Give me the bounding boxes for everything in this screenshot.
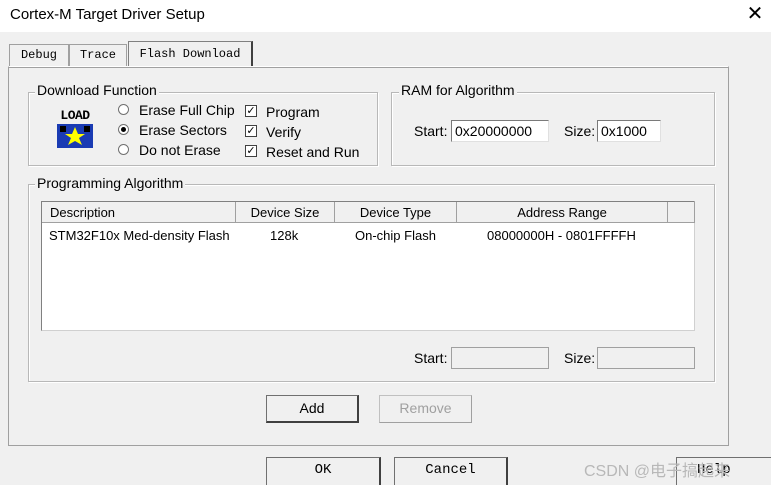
tab-debug[interactable]: Debug — [9, 44, 69, 66]
table-cell-device-type: On-chip Flash — [355, 228, 436, 243]
radio-erase-sectors-label: Erase Sectors — [139, 122, 227, 138]
ram-start-input[interactable]: 0x20000000 — [451, 120, 549, 142]
column-header-description[interactable]: Description — [42, 202, 236, 223]
table-cell-device-size: 128k — [270, 228, 299, 243]
algorithm-list[interactable]: Description Device Size Device Type Addr… — [41, 201, 695, 331]
window-title: Cortex-M Target Driver Setup — [10, 6, 205, 23]
load-icon: LOAD — [55, 108, 95, 150]
column-header-empty — [668, 202, 695, 223]
checkbox-verify-label: Verify — [266, 124, 302, 140]
ok-button[interactable]: OK — [266, 457, 381, 485]
download-function-legend: Download Function — [35, 82, 159, 98]
ram-for-algorithm-legend: RAM for Algorithm — [399, 82, 517, 98]
checkbox-program[interactable]: ✓ — [245, 105, 257, 117]
cancel-button[interactable]: Cancel — [394, 457, 508, 485]
tab-trace[interactable]: Trace — [69, 44, 127, 66]
column-header-device-type[interactable]: Device Type — [335, 202, 457, 223]
load-icon-label: LOAD — [60, 108, 90, 123]
watermark: CSDN @电子搞起来 — [584, 463, 731, 480]
tab-flash-download[interactable]: Flash Download — [128, 41, 253, 66]
load-arrow-icon — [57, 124, 93, 148]
close-icon[interactable]: ✕ — [745, 4, 765, 24]
checkbox-program-label: Program — [266, 104, 320, 120]
table-cell-description: STM32F10x Med-density Flash — [49, 228, 230, 243]
algo-start-label: Start: — [414, 350, 448, 366]
column-header-address-range[interactable]: Address Range — [457, 202, 668, 223]
algo-size-input[interactable] — [597, 347, 695, 369]
checkbox-reset-and-run[interactable]: ✓ — [245, 145, 257, 157]
algo-size-label: Size: — [564, 350, 596, 366]
column-header-device-size[interactable]: Device Size — [236, 202, 335, 223]
ram-size-label: Size: — [564, 123, 596, 139]
programming-algorithm-legend: Programming Algorithm — [35, 175, 186, 191]
checkbox-reset-and-run-label: Reset and Run — [266, 144, 360, 160]
ram-size-input[interactable]: 0x1000 — [597, 120, 661, 142]
radio-erase-sectors[interactable] — [118, 124, 129, 135]
table-cell-address-range: 08000000H - 0801FFFFH — [487, 228, 636, 243]
checkbox-verify[interactable]: ✓ — [245, 125, 257, 137]
remove-button: Remove — [379, 395, 472, 423]
radio-do-not-erase-label: Do not Erase — [139, 142, 221, 158]
ram-start-label: Start: — [414, 123, 448, 139]
table-row[interactable]: STM32F10x Med-density Flash 128k On-chip… — [42, 226, 694, 246]
add-button[interactable]: Add — [266, 395, 359, 423]
algo-start-input[interactable] — [451, 347, 549, 369]
radio-erase-full-chip[interactable] — [118, 104, 129, 115]
radio-do-not-erase[interactable] — [118, 144, 129, 155]
radio-erase-full-chip-label: Erase Full Chip — [139, 102, 235, 118]
